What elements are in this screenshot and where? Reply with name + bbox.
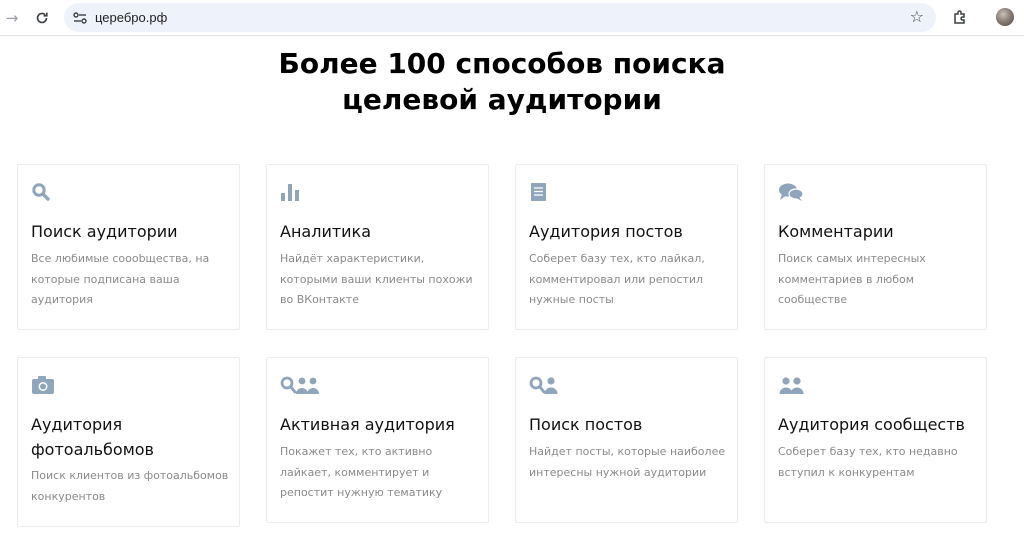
card-description: Поиск самых интересных комментариев в лю… [778, 252, 926, 306]
search-icon [31, 182, 51, 204]
avatar[interactable] [996, 8, 1014, 26]
card-description: Все любимые сооobщества, на которые подп… [31, 252, 210, 306]
user-search-icon [529, 375, 559, 397]
feature-card[interactable]: Активная аудитория Покажет тех, кто акти… [266, 357, 489, 523]
comments-icon [778, 182, 804, 204]
arrow-forward-icon[interactable]: → [0, 6, 24, 30]
feature-card[interactable]: Комментарии Поиск самых интересных комме… [764, 164, 987, 330]
card-description: Найдет посты, которые наиболее интересны… [529, 445, 726, 479]
card-description: Поиск клиентов из фотоальбомов конкурент… [31, 469, 229, 503]
search-users-icon [280, 375, 322, 397]
feature-card[interactable]: Аналитика Найдёт характеристики, которым… [266, 164, 489, 330]
card-title: Аудитория фотоальбомов [31, 415, 154, 459]
card-title: Аудитория постов [529, 222, 683, 241]
feature-card[interactable]: Аудитория фотоальбомов Поиск клиентов из… [17, 357, 240, 527]
star-icon[interactable]: ☆ [910, 7, 924, 26]
card-title: Аналитика [280, 222, 372, 241]
reload-icon[interactable] [30, 6, 54, 30]
bar-chart-icon [280, 182, 300, 204]
address-bar[interactable]: церебро.рф ☆ [64, 3, 936, 32]
url-text[interactable]: церебро.рф [95, 9, 167, 26]
card-description: Покажет тех, кто активно лайкает, коммен… [280, 445, 443, 499]
site-info-icon[interactable] [72, 10, 87, 25]
extensions-icon[interactable] [949, 6, 971, 28]
feature-card[interactable]: Поиск аудитории Все любимые сооobщества,… [17, 164, 240, 330]
users-icon [778, 375, 806, 397]
feature-card[interactable]: Аудитория сообществ Соберет базу тех, кт… [764, 357, 987, 523]
card-description: Соберет базу тех, кто недавно вступил к … [778, 445, 958, 479]
page-title-line-1: Более 100 способов поиска [278, 47, 726, 80]
feature-card[interactable]: Поиск постов Найдет посты, которые наибо… [515, 357, 738, 523]
card-title: Поиск аудитории [31, 222, 178, 241]
camera-icon [31, 375, 55, 397]
page-title-line-2: целевой аудитории [342, 83, 662, 116]
card-title: Аудитория сообществ [778, 415, 965, 434]
card-title: Активная аудитория [280, 415, 455, 434]
card-title: Поиск постов [529, 415, 643, 434]
feature-card[interactable]: Аудитория постов Соберет базу тех, кто л… [515, 164, 738, 330]
page-title: Более 100 способов поиска целевой аудито… [0, 46, 1004, 118]
browser-toolbar: → церебро.рф ☆ [0, 0, 1024, 36]
document-icon [529, 182, 549, 204]
card-description: Найдёт характеристики, которыми ваши кли… [280, 252, 473, 306]
card-description: Соберет базу тех, кто лайкал, комментиро… [529, 252, 705, 306]
card-title: Комментарии [778, 222, 894, 241]
